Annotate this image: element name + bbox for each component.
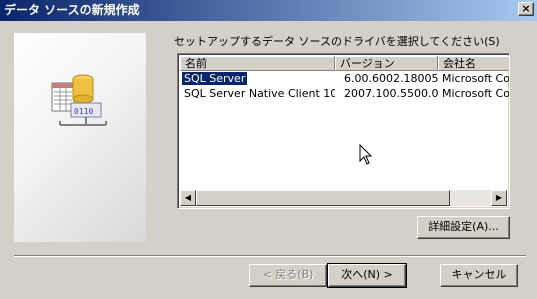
cancel-button[interactable]: キャンセル <box>440 264 518 287</box>
svg-text:0110: 0110 <box>74 107 93 116</box>
driver-version: 6.00.6002.18005 <box>344 72 438 85</box>
advanced-settings-button[interactable]: 詳細設定(A)... <box>417 216 510 239</box>
driver-selection-prompt: セットアップするデータ ソースのドライバを選択してください(S) <box>174 35 500 48</box>
scroll-right-button[interactable]: ▶ <box>491 190 507 206</box>
driver-name: SQL Server Native Client 10.0 <box>184 87 335 100</box>
separator <box>14 255 526 257</box>
list-header: 名前 バージョン 会社名 <box>180 56 509 71</box>
mouse-cursor-icon <box>359 144 373 165</box>
horizontal-scrollbar[interactable]: ◀ ▶ <box>180 190 507 206</box>
driver-company: Microsoft Co <box>442 87 510 100</box>
driver-company: Microsoft Co <box>442 72 510 85</box>
window-title: データ ソースの新規作成 <box>4 3 140 17</box>
column-header-company[interactable]: 会社名 <box>438 56 509 71</box>
right-arrow-icon: ▶ <box>495 193 503 202</box>
close-button[interactable]: × <box>518 2 534 16</box>
column-header-name[interactable]: 名前 <box>180 56 335 71</box>
wizard-side-panel: 0110 <box>14 33 146 242</box>
scroll-left-button[interactable]: ◀ <box>180 190 196 206</box>
next-button[interactable]: 次へ(N) > <box>327 263 407 288</box>
title-bar: データ ソースの新規作成 × <box>0 0 537 21</box>
left-arrow-icon: ◀ <box>184 193 192 202</box>
back-button[interactable]: < 戻る(B) <box>249 264 327 287</box>
list-item[interactable]: SQL Server Native Client 10.0 2007.100.5… <box>180 86 510 101</box>
driver-name: SQL Server <box>182 71 249 86</box>
close-icon: × <box>521 2 531 15</box>
list-item[interactable]: SQL Server 6.00.6002.18005 Microsoft Co <box>180 71 510 86</box>
column-header-version[interactable]: バージョン <box>335 56 438 71</box>
driver-version: 2007.100.5500.00 <box>344 87 438 100</box>
driver-list[interactable]: 名前 バージョン 会社名 SQL Server 6.00.6002.18005 … <box>177 53 510 209</box>
scroll-thumb[interactable] <box>196 190 450 206</box>
odbc-datasource-icon: 0110 <box>51 74 107 126</box>
